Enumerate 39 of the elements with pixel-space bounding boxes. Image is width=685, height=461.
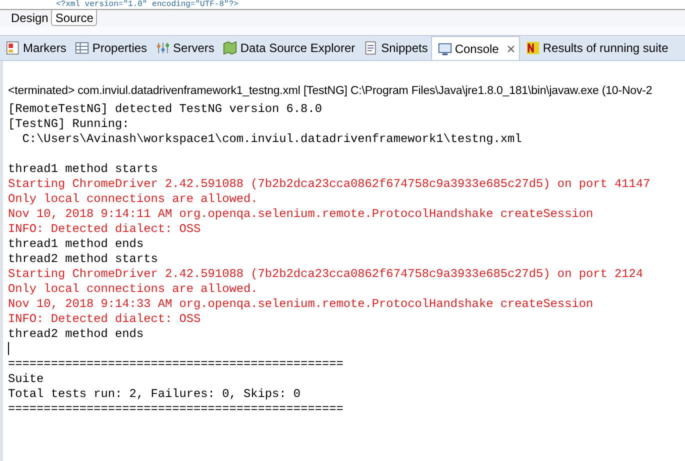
snippets-icon — [364, 41, 378, 55]
console-line: [TestNG] Running: — [8, 117, 130, 132]
markers-icon — [6, 41, 20, 55]
console-line: thread1 method starts — [8, 162, 159, 177]
servers-icon — [156, 41, 170, 55]
error-line: Only local connections are allowed. — [8, 192, 259, 207]
console-line: thread2 method starts — [8, 252, 159, 267]
console-status: <terminated> com.inviul.datadrivenframework1_testng.xml [TestNG] C:\Program Files\Java\jre1.8.0_181\bin\javaw.exe (10-Nov-2 — [8, 84, 654, 99]
map-icon — [223, 41, 238, 55]
view-tab[interactable]: Snippets — [358, 36, 431, 60]
editor-tab[interactable]: Design — [8, 10, 52, 26]
error-line: Starting ChromeDriver 2.42.591088 (7b2b2dca23cca0862f674758c9a3933e685c27d5) on port 2124 — [8, 267, 644, 282]
error-line: Nov 10, 2018 9:14:11 AM org.openqa.selenium.remote.ProtocolHandshake createSession — [8, 207, 594, 222]
console-line: thread1 method ends — [8, 237, 145, 252]
console-line: Total tests run: 2, Failures: 0, Skips: 0 — [8, 387, 302, 402]
view-tab[interactable]: Servers — [150, 36, 218, 60]
console-line: C:\Users\Avinash\workspace1\com.inviul.datadrivenframework1\testng.xml — [21, 132, 523, 147]
source-code-line: <?xml version="1.0" encoding="UTF-8"?> — [56, 0, 238, 9]
view-tab[interactable]: Results of running suite — [520, 36, 672, 60]
view-tab[interactable]: Data Source Explorer — [217, 36, 358, 60]
testng-icon — [526, 41, 540, 55]
console-line: =============================================== — [8, 357, 344, 372]
error-line: Starting ChromeDriver 2.42.591088 (7b2b2dca23cca0862f674758c9a3933e685c27d5) on port 41147 — [8, 177, 652, 192]
error-line: INFO: Detected dialect: OSS — [8, 312, 202, 327]
view-tab[interactable]: Properties — [69, 36, 150, 60]
error-line: INFO: Detected dialect: OSS — [8, 222, 202, 237]
error-line: Nov 10, 2018 9:14:33 AM org.openqa.selenium.remote.ProtocolHandshake createSession — [8, 297, 594, 312]
view-tab[interactable]: Markers — [0, 36, 70, 60]
console-line: [RemoteTestNG] detected TestNG version 6.8.0 — [8, 102, 323, 117]
editor-tab[interactable]: Source — [51, 10, 98, 26]
console-line: =============================================== — [8, 402, 344, 417]
console-line: Suite — [8, 372, 45, 387]
text-cursor — [8, 342, 9, 356]
console-line: thread2 method ends — [8, 327, 145, 342]
table-icon — [75, 41, 90, 55]
monitor-icon — [438, 42, 452, 56]
close-icon[interactable] — [506, 44, 516, 54]
error-line: Only local connections are allowed. — [8, 282, 259, 297]
view-tab[interactable]: Console — [430, 36, 520, 60]
